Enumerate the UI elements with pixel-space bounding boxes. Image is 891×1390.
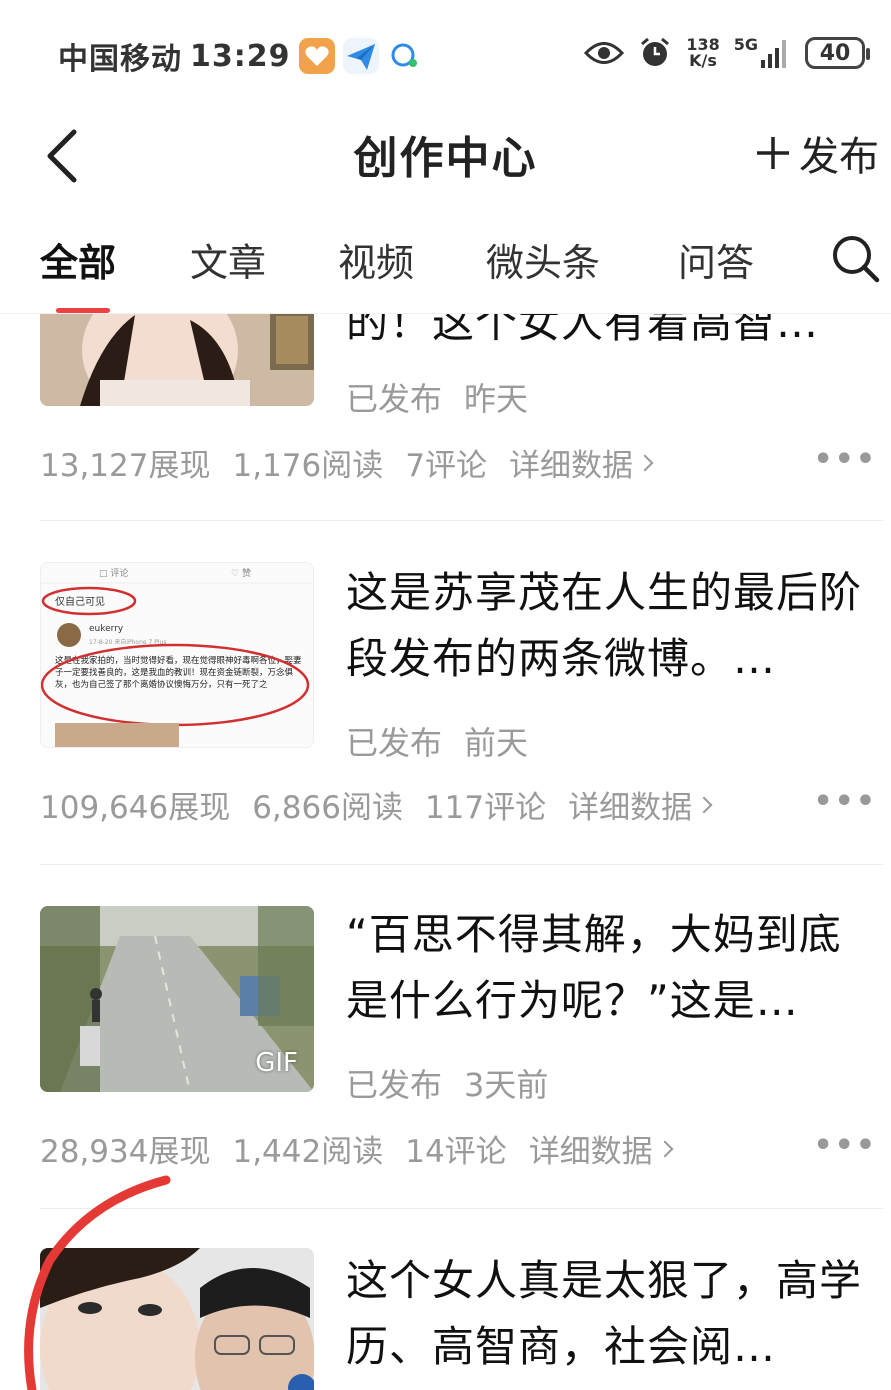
divider: [40, 864, 883, 865]
comments-count: 7评论: [405, 448, 487, 484]
carrier-name: 中国移动: [58, 42, 182, 77]
thumb-tab-likes: ♡ 赞: [231, 567, 251, 579]
reads-count: 1,442阅读: [232, 1134, 384, 1170]
network-speed: 138 K/s: [686, 35, 720, 70]
thumb-username: eukerry: [89, 624, 124, 634]
impressions-count: 28,934展现: [40, 1134, 211, 1170]
more-icon[interactable]: •••: [813, 1128, 877, 1163]
impressions-count: 109,646展现: [40, 790, 231, 826]
chevron-right-icon: [636, 454, 654, 471]
divider: [40, 520, 883, 521]
more-icon[interactable]: •••: [813, 442, 877, 477]
gif-badge: GIF: [255, 1048, 298, 1078]
publish-button[interactable]: 发布: [755, 124, 879, 182]
status-bar: 中国移动 13:29 138 K/s 5G 40: [0, 0, 891, 110]
article-stats: 28,934展现 1,442阅读 14评论 详细数据: [40, 1126, 674, 1171]
active-tab-indicator: [56, 308, 110, 313]
article-meta: 已发布 前天: [346, 718, 528, 764]
thumb-post-text: 这是在我家拍的，当时觉得好看，现在觉得眼神好毒啊各位，娶妻子一定要找善良的，这是…: [55, 656, 302, 690]
publish-time: 3天前: [464, 1066, 549, 1104]
article-thumbnail[interactable]: [40, 1248, 314, 1390]
eye-icon: [584, 42, 625, 64]
article-thumbnail[interactable]: □ 评论 ♡ 赞 仅自己可见 eukerry 17-8-20 来自iPhone …: [40, 562, 314, 748]
detail-data-link[interactable]: 详细数据: [509, 440, 633, 485]
status-left: 中国移动 13:29: [58, 34, 423, 78]
alarm-icon: [641, 37, 670, 66]
detail-data-link[interactable]: 详细数据: [529, 1126, 653, 1171]
thumbnail-image: [40, 1248, 314, 1390]
article-title[interactable]: “百思不得其解，大妈到底是什么行为呢？”这是…: [346, 902, 877, 1034]
reads-count: 6,866阅读: [252, 790, 403, 826]
reads-count: 1,176阅读: [232, 448, 384, 484]
article-meta: 已发布 昨天: [346, 374, 528, 420]
chat-bubble-icon: [387, 38, 423, 74]
article-title[interactable]: 这个女人真是太狠了，高学历、高智商，社会阅…: [346, 1248, 877, 1380]
search-icon[interactable]: [831, 234, 881, 284]
status-right: 138 K/s 5G 40: [584, 35, 870, 70]
network-type: 5G: [733, 35, 758, 54]
impressions-count: 13,127展现: [40, 448, 211, 484]
comments-count: 14评论: [405, 1134, 507, 1170]
article-meta: 已发布 3天前: [346, 1060, 548, 1106]
signal-bars-icon: [761, 40, 786, 68]
chevron-right-icon: [656, 1140, 674, 1157]
signal-indicator: 5G: [733, 35, 791, 68]
article-title[interactable]: 这是苏享茂在人生的最后阶段发布的两条微博。…: [346, 560, 877, 692]
publish-time: 昨天: [464, 380, 529, 418]
heart-app-icon: [298, 38, 335, 74]
thumb-visibility: 仅自己可见: [55, 595, 105, 608]
more-icon[interactable]: •••: [813, 784, 877, 819]
thumbnail-image: □ 评论 ♡ 赞 仅自己可见 eukerry 17-8-20 来自iPhone …: [41, 563, 313, 747]
publish-label: 发布: [799, 134, 879, 180]
tab-all[interactable]: 全部: [40, 232, 116, 287]
plus-icon: [757, 137, 789, 169]
publish-status: 已发布: [346, 380, 443, 418]
article-thumbnail[interactable]: GIF: [40, 906, 314, 1092]
detail-data-link[interactable]: 详细数据: [568, 782, 692, 827]
article-stats: 13,127展现 1,176阅读 7评论 详细数据: [40, 440, 654, 485]
content-feed: 的！这个女人有着高智… 已发布 昨天 13,127展现 1,176阅读 7评论 详…: [0, 0, 891, 1390]
chevron-right-icon: [695, 796, 713, 813]
publish-time: 前天: [464, 724, 529, 762]
tab-qa[interactable]: 问答: [678, 232, 754, 287]
thumb-tab-comments: □ 评论: [99, 567, 128, 579]
tab-videos[interactable]: 视频: [338, 232, 414, 287]
publish-status: 已发布: [346, 724, 443, 762]
paper-plane-icon: [342, 38, 379, 74]
tab-micro-posts[interactable]: 微头条: [486, 232, 600, 287]
divider: [40, 1208, 883, 1209]
comments-count: 117评论: [424, 790, 547, 826]
category-tabs: 全部 文章 视频 微头条 问答: [0, 218, 891, 314]
publish-status: 已发布: [346, 1066, 443, 1104]
tab-articles[interactable]: 文章: [190, 232, 266, 287]
battery-indicator: 40: [805, 37, 870, 69]
clock: 13:29: [190, 38, 291, 74]
article-stats: 109,646展现 6,866阅读 117评论 详细数据: [40, 782, 713, 827]
nav-header: 创作中心 发布: [0, 110, 891, 200]
